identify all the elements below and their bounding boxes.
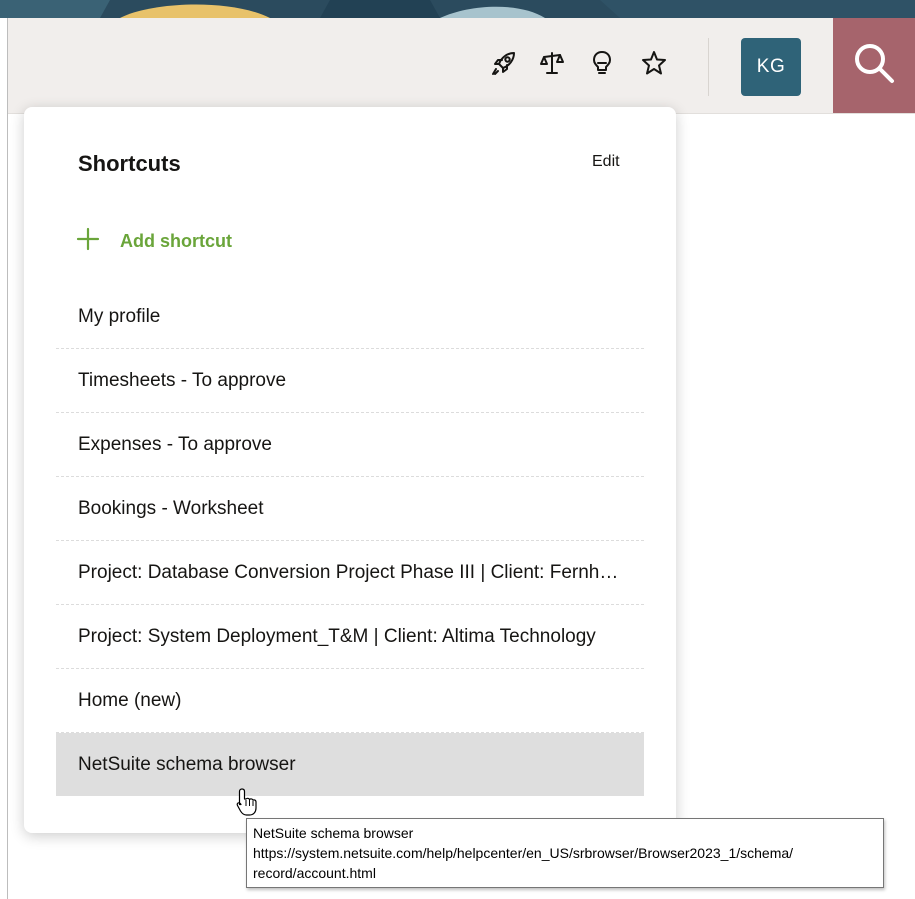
shortcut-label: Project: Database Conversion Project Pha… (78, 561, 619, 583)
hand-pointer-cursor (234, 787, 260, 822)
avatar-initials: KG (756, 56, 786, 77)
balance-scale-icon[interactable] (537, 48, 567, 78)
star-icon[interactable] (639, 48, 669, 78)
tooltip-url-line-1: https://system.netsuite.com/help/helpcen… (253, 845, 794, 861)
shortcut-item[interactable]: Project: System Deployment_T&M | Client:… (56, 605, 644, 669)
shortcut-item-highlighted[interactable]: NetSuite schema browser (56, 733, 644, 796)
tooltip-url-line-2: record/account.html (253, 865, 376, 881)
banner-pattern (0, 0, 915, 18)
shortcut-list: My profile Timesheets - To approve Expen… (56, 285, 644, 796)
shortcut-label: Expenses - To approve (78, 433, 272, 455)
shortcut-item[interactable]: Project: Database Conversion Project Pha… (56, 541, 644, 605)
shortcut-item[interactable]: My profile (56, 285, 644, 349)
shortcut-item[interactable]: Expenses - To approve (56, 413, 644, 477)
shortcuts-panel: Shortcuts Edit Add shortcut My profile T… (24, 107, 676, 833)
decorative-banner (0, 0, 915, 18)
shortcut-label: Timesheets - To approve (78, 369, 287, 391)
shortcut-label: My profile (78, 305, 161, 327)
panel-title: Shortcuts (78, 151, 181, 176)
lightbulb-icon[interactable] (587, 48, 617, 78)
shortcut-item[interactable]: Timesheets - To approve (56, 349, 644, 413)
plus-icon (76, 227, 100, 256)
window-edge (7, 0, 8, 899)
shortcut-item[interactable]: Home (new) (56, 669, 644, 733)
edit-button[interactable]: Edit (592, 153, 620, 171)
search-icon (852, 41, 896, 90)
link-tooltip: NetSuite schema browser https://system.n… (246, 818, 884, 888)
search-button[interactable] (833, 18, 915, 113)
shortcut-label: Bookings - Worksheet (78, 497, 264, 519)
shortcut-label: Home (new) (78, 689, 182, 711)
shortcut-label: Project: System Deployment_T&M | Client:… (78, 625, 596, 647)
header-divider (708, 38, 709, 96)
user-avatar[interactable]: KG (741, 38, 801, 96)
tooltip-title: NetSuite schema browser (253, 825, 414, 841)
add-shortcut-label: Add shortcut (120, 230, 232, 251)
shortcut-item[interactable]: Bookings - Worksheet (56, 477, 644, 541)
add-shortcut-button[interactable]: Add shortcut (76, 225, 232, 257)
rocket-icon[interactable] (489, 48, 519, 78)
shortcut-label: NetSuite schema browser (78, 753, 296, 775)
